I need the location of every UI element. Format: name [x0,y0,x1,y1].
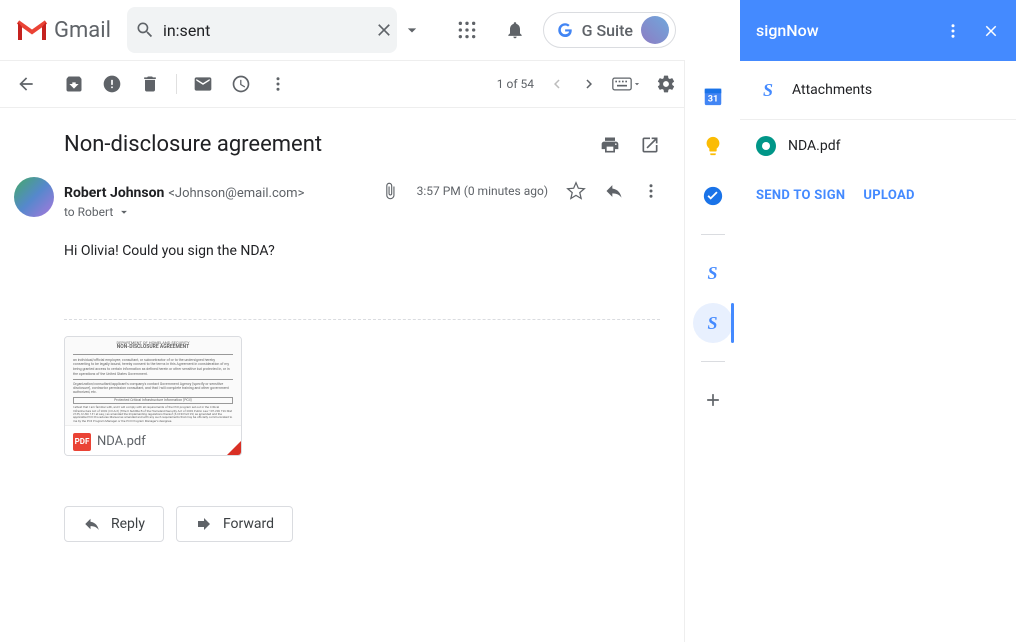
timestamp: 3:57 PM (0 minutes ago) [417,184,548,198]
attachment-name: NDA.pdf [97,434,146,449]
notifications-icon[interactable] [495,10,535,50]
gmail-logo[interactable]: Gmail [8,18,119,43]
rail-tasks-icon[interactable] [693,176,733,216]
checkmark-icon [756,136,776,156]
sender-email: <Johnson@email.com> [168,186,304,201]
email-body: Hi Olivia! Could you sign the NDA? [64,237,660,319]
signnow-section-icon: S [756,78,780,102]
search-box[interactable] [127,7,397,53]
rail-calendar-icon[interactable]: 31 [693,76,733,116]
signnow-menu-icon[interactable] [944,22,962,40]
gsuite-label: G Suite [582,21,633,40]
rail-signnow-icon-1[interactable]: S [693,253,733,293]
rail-signnow-icon-2[interactable]: S [693,303,733,343]
pdf-badge: PDF [73,433,91,451]
prev-page-icon[interactable] [548,75,566,93]
delete-icon[interactable] [140,74,160,94]
forward-button[interactable]: Forward [176,506,293,542]
signnow-title: signNow [756,21,944,40]
more-icon[interactable] [269,75,287,93]
rail-keep-icon[interactable] [693,126,733,166]
sender-avatar[interactable] [14,177,54,217]
svg-text:31: 31 [707,95,718,105]
signnow-attachment-name: NDA.pdf [788,138,840,154]
snooze-icon[interactable] [231,74,251,94]
next-page-icon[interactable] [580,75,598,93]
reply-button[interactable]: Reply [64,506,164,542]
signnow-section-title: Attachments [792,82,872,98]
input-tools-icon[interactable] [612,77,642,91]
page-count: 1 of 54 [497,77,534,91]
attachment-card[interactable]: DEPARTMENT OF HOMELAND SECURITY NON-DISC… [64,336,242,456]
signnow-attachment-item[interactable]: NDA.pdf [756,136,1000,156]
attachment-preview: DEPARTMENT OF HOMELAND SECURITY NON-DISC… [65,337,241,425]
back-icon[interactable] [16,74,36,94]
star-icon[interactable] [566,181,586,201]
mark-unread-icon[interactable] [193,74,213,94]
signnow-close-icon[interactable] [982,22,1000,40]
search-dropdown-icon[interactable] [402,20,422,40]
search-icon[interactable] [135,20,155,40]
attachment-icon [381,182,399,200]
apps-icon[interactable] [447,10,487,50]
email-subject: Non-disclosure agreement [64,132,600,157]
sender-name: Robert Johnson [64,185,164,201]
gmail-text: Gmail [54,18,111,43]
clear-search-icon[interactable] [374,20,394,40]
settings-icon[interactable] [656,74,676,94]
message-more-icon[interactable] [642,182,660,200]
user-avatar[interactable] [641,16,669,44]
archive-icon[interactable] [64,74,84,94]
send-to-sign-button[interactable]: SEND TO SIGN [756,188,845,203]
spam-icon[interactable] [102,74,122,94]
to-line[interactable]: to Robert [64,205,660,237]
rail-add-icon[interactable] [693,380,733,420]
reply-icon[interactable] [604,181,624,201]
upload-button[interactable]: UPLOAD [863,188,914,203]
search-input[interactable] [163,21,366,40]
print-icon[interactable] [600,135,620,155]
gsuite-switcher[interactable]: G Suite [543,12,676,48]
open-new-icon[interactable] [640,135,660,155]
